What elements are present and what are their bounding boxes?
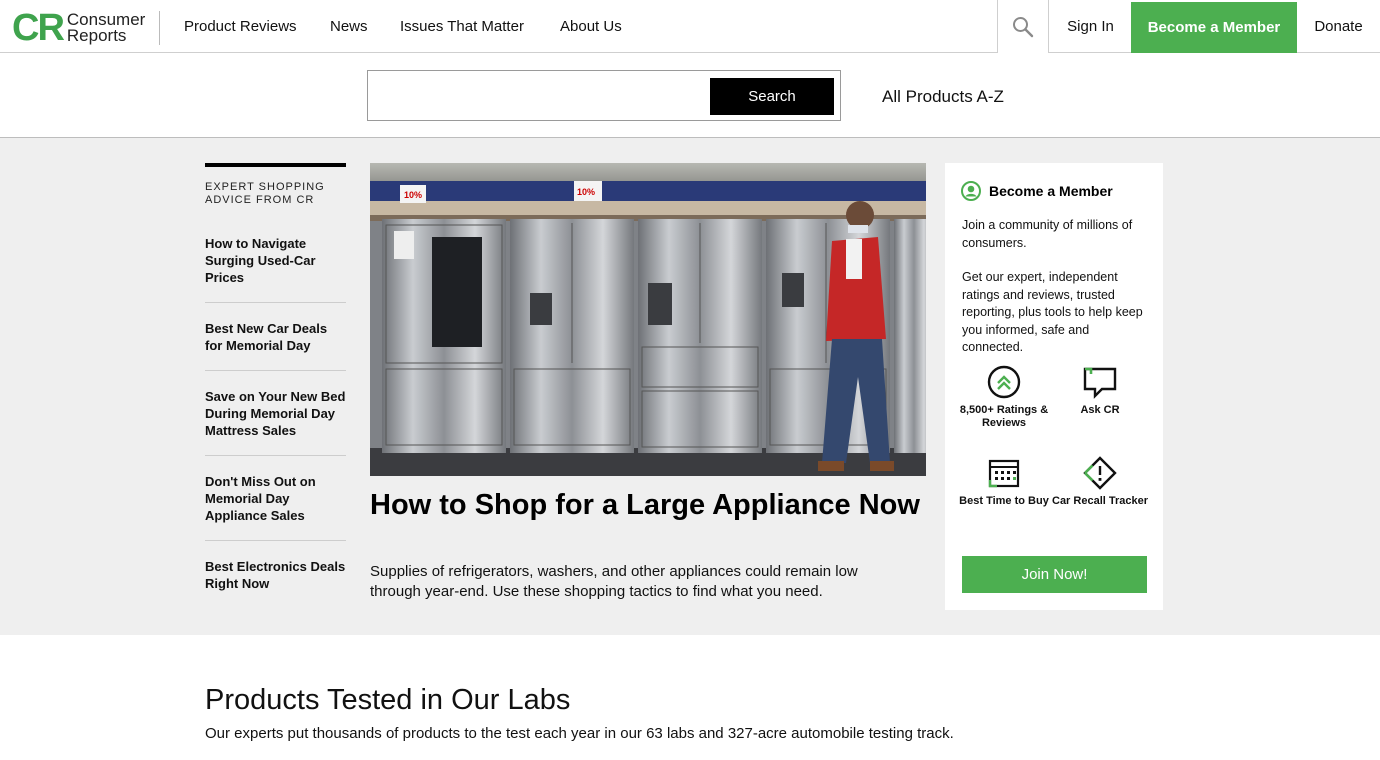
join-now-button[interactable]: Join Now! xyxy=(962,556,1147,593)
donate-link[interactable]: Donate xyxy=(1297,0,1380,53)
sidebar-article-link[interactable]: How to Navigate Surging Used-Car Prices xyxy=(205,235,346,303)
sale-sign-text: 10% xyxy=(404,190,422,200)
member-card-benefits: Get our expert, independent ratings and … xyxy=(962,270,1143,354)
search-input[interactable] xyxy=(372,75,708,117)
all-products-link[interactable]: All Products A-Z xyxy=(882,87,1004,107)
sidebar-article-link[interactable]: Best Electronics Deals Right Now xyxy=(205,541,346,592)
nav-link-product-reviews[interactable]: Product Reviews xyxy=(184,18,297,35)
feature-ask-cr[interactable]: Ask CR xyxy=(1052,365,1148,417)
logo-mark: CR xyxy=(12,7,65,49)
member-icon xyxy=(961,181,981,201)
sidebar-kicker: EXPERT SHOPPING ADVICE FROM CR xyxy=(205,181,325,206)
sidebar-article-link[interactable]: Don't Miss Out on Memorial Day Appliance… xyxy=(205,456,346,541)
become-member-card: Become a Member Join a community of mill… xyxy=(945,163,1163,610)
search-icon xyxy=(1013,16,1034,37)
hero-description: Supplies of refrigerators, washers, and … xyxy=(370,563,858,600)
chat-icon xyxy=(1083,367,1117,399)
alert-diamond-icon xyxy=(1083,456,1117,490)
labs-section-subtitle: Our experts put thousands of products to… xyxy=(205,725,954,742)
logo-divider xyxy=(159,11,160,45)
feature-label: Best Time to Buy xyxy=(959,495,1049,507)
feature-label: Ask CR xyxy=(1080,404,1120,416)
sidebar-article-link[interactable]: Save on Your New Bed During Memorial Day… xyxy=(205,371,346,456)
search-button[interactable]: Search xyxy=(710,78,834,115)
expert-advice-sidebar: EXPERT SHOPPING ADVICE FROM CR How to Na… xyxy=(205,163,346,592)
nav-link-about-us[interactable]: About Us xyxy=(560,18,622,35)
feature-car-recall-tracker[interactable]: Car Recall Tracker xyxy=(1052,456,1148,508)
feature-ratings-reviews[interactable]: 8,500+ Ratings & Reviews xyxy=(956,365,1052,430)
logo-wordmark: Consumer Reports xyxy=(66,10,146,45)
sidebar-article-link[interactable]: Best New Car Deals for Memorial Day xyxy=(205,303,346,371)
top-navigation: CR Consumer Reports Product Reviews News… xyxy=(0,0,1380,53)
become-member-button[interactable]: Become a Member xyxy=(1131,2,1297,53)
nav-link-news[interactable]: News xyxy=(330,18,368,35)
sign-in-link[interactable]: Sign In xyxy=(1050,0,1131,53)
calendar-icon xyxy=(988,459,1020,488)
search-toggle-button[interactable] xyxy=(997,0,1049,53)
appliance-store-photo: 10% 10% xyxy=(370,163,926,476)
ratings-icon xyxy=(987,365,1021,399)
sidebar-top-rule xyxy=(205,163,346,167)
search-form: Search xyxy=(367,70,841,121)
feature-best-time-to-buy[interactable]: Best Time to Buy xyxy=(956,456,1052,508)
consumer-reports-logo[interactable]: CR Consumer Reports xyxy=(12,9,145,47)
member-card-intro: Join a community of millions of consumer… xyxy=(962,218,1133,250)
hero-image[interactable]: 10% 10% xyxy=(370,163,926,476)
member-card-title: Become a Member xyxy=(989,183,1113,199)
nav-link-issues-that-matter[interactable]: Issues That Matter xyxy=(400,18,524,35)
hero-headline[interactable]: How to Shop for a Large Appliance Now xyxy=(370,489,930,522)
sale-sign-text: 10% xyxy=(577,187,595,197)
labs-section-title: Products Tested in Our Labs xyxy=(205,684,571,716)
feature-label: 8,500+ Ratings & Reviews xyxy=(959,404,1049,429)
feature-label: Car Recall Tracker xyxy=(1052,495,1149,507)
member-card-header: Become a Member xyxy=(961,181,1113,201)
search-band: Search All Products A-Z xyxy=(0,53,1380,138)
